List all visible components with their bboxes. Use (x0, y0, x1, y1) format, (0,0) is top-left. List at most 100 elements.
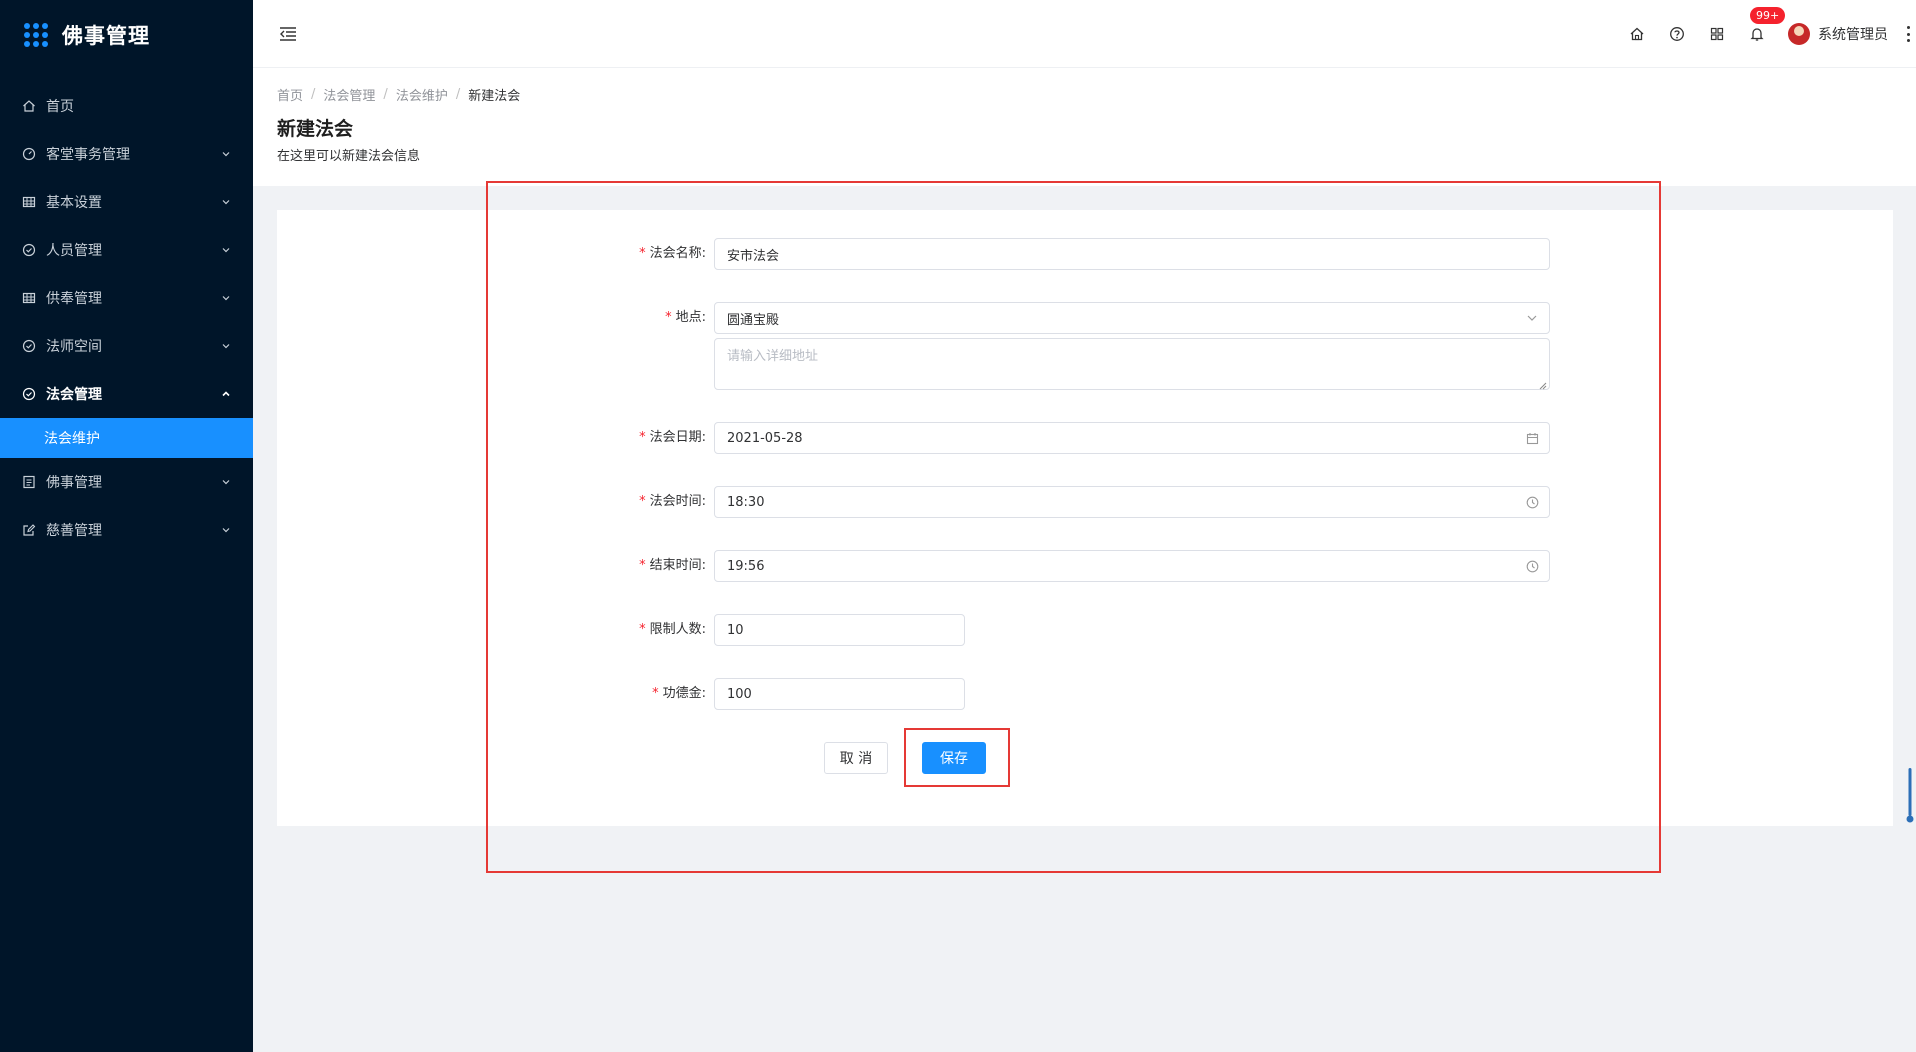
sidebar: 佛事管理 首页 客堂事务管理 基本设置 人员管理 供奉管理 法师空间 法会管理 … (0, 0, 253, 1052)
sidebar-item-label: 基本设置 (46, 195, 102, 211)
check-circle-icon (22, 387, 36, 401)
sidebar-item-label: 首页 (46, 99, 74, 115)
more-vertical-icon[interactable] (1906, 26, 1910, 42)
form-row-name: * 法会名称: 安市法会 (614, 238, 1550, 270)
date-picker-value: 2021-05-28 (727, 430, 803, 446)
sidebar-item-label: 佛事管理 (46, 475, 102, 491)
merit-input-value: 100 (727, 686, 752, 702)
apps-grid-icon[interactable] (1708, 25, 1726, 43)
chevron-down-icon (221, 245, 231, 255)
name-label: * 法会名称: (614, 238, 714, 270)
page-description: 在这里可以新建法会信息 (277, 149, 421, 164)
chevron-up-icon (221, 389, 231, 399)
breadcrumb-ceremony-maintenance[interactable]: 法会维护 (396, 85, 448, 104)
name-input-value: 安市法会 (727, 248, 780, 264)
start-time-label-text: 法会时间: (649, 494, 706, 509)
notification-bell[interactable]: 99+ (1748, 7, 1786, 43)
sidebar-item-basic-settings[interactable]: 基本设置 (0, 178, 253, 226)
start-time-value: 18:30 (727, 494, 765, 510)
address-detail-textarea[interactable]: 请输入详细地址 (714, 338, 1550, 390)
required-mark: * (639, 494, 646, 509)
chevron-down-icon (221, 149, 231, 159)
calendar-icon (1525, 431, 1539, 445)
breadcrumb-separator: / (311, 86, 316, 102)
location-label: * 地点: (614, 302, 714, 334)
sidebar-item-label: 人员管理 (46, 243, 102, 259)
clock-icon (1525, 559, 1539, 573)
check-circle-icon (22, 339, 36, 353)
form-row-merit: * 功德金: 100 (614, 678, 965, 710)
required-mark: * (665, 310, 672, 325)
form-row-date: * 法会日期: 2021-05-28 (614, 422, 1550, 454)
edit-icon (22, 523, 36, 537)
sidebar-item-home[interactable]: 首页 (0, 82, 253, 130)
dashboard-icon (22, 147, 36, 161)
limit-input[interactable]: 10 (714, 614, 965, 646)
merit-label: * 功德金: (614, 678, 714, 710)
sidebar-item-label: 供奉管理 (46, 291, 102, 307)
start-time-picker[interactable]: 18:30 (714, 486, 1550, 518)
location-fields: 圆通宝殿 请输入详细地址 (714, 302, 1550, 390)
chevron-down-icon (221, 477, 231, 487)
sidebar-item-charity[interactable]: 慈善管理 (0, 506, 253, 554)
breadcrumb-ceremony-management[interactable]: 法会管理 (323, 85, 375, 104)
resize-grip-icon[interactable] (1539, 379, 1547, 390)
date-picker[interactable]: 2021-05-28 (714, 422, 1550, 454)
page-header: 首页 / 法会管理 / 法会维护 / 新建法会 新建法会 在这里可以新建法会信息 (253, 68, 1916, 186)
sidebar-item-label: 慈善管理 (46, 523, 102, 539)
location-select-value: 圆通宝殿 (727, 312, 780, 328)
logo[interactable]: 佛事管理 (0, 0, 253, 70)
date-label-text: 法会日期: (649, 430, 706, 445)
location-select[interactable]: 圆通宝殿 (714, 302, 1550, 334)
limit-label: * 限制人数: (614, 614, 714, 646)
table-icon (22, 291, 36, 305)
form-row-location: * 地点: 圆通宝殿 请输入详细地址 (614, 302, 1550, 390)
app-grid-icon (24, 23, 48, 47)
chevron-down-icon (221, 525, 231, 535)
end-time-label: * 结束时间: (614, 550, 714, 582)
start-time-label: * 法会时间: (614, 486, 714, 518)
name-input[interactable]: 安市法会 (714, 238, 1550, 270)
sidebar-subitem-ceremony-maintenance[interactable]: 法会维护 (0, 418, 253, 458)
breadcrumb-home[interactable]: 首页 (277, 85, 303, 104)
app-title: 佛事管理 (62, 24, 150, 48)
name-label-text: 法会名称: (649, 246, 706, 261)
end-time-picker[interactable]: 19:56 (714, 550, 1550, 582)
cancel-button[interactable]: 取 消 (824, 742, 888, 774)
required-mark: * (639, 430, 646, 445)
form-row-start-time: * 法会时间: 18:30 (614, 486, 1550, 518)
end-time-label-text: 结束时间: (649, 558, 706, 573)
chevron-down-icon (221, 341, 231, 351)
top-header: 99+ 系统管理员 (253, 0, 1916, 68)
form-card: * 法会名称: 安市法会 * 地点: 圆通宝殿 请输入详细地址 * 法会日期: 202… (277, 210, 1893, 826)
sidebar-item-personnel[interactable]: 人员管理 (0, 226, 253, 274)
required-mark: * (652, 686, 659, 701)
sidebar-item-label: 客堂事务管理 (46, 147, 130, 163)
sidebar-item-master-space[interactable]: 法师空间 (0, 322, 253, 370)
list-icon (22, 475, 36, 489)
avatar[interactable] (1788, 23, 1810, 45)
save-button[interactable]: 保存 (922, 742, 986, 774)
sidebar-item-ceremony-management[interactable]: 法会管理 (0, 370, 253, 418)
sidebar-item-buddhist-affairs[interactable]: 佛事管理 (0, 458, 253, 506)
check-circle-icon (22, 243, 36, 257)
sidebar-item-label: 法师空间 (46, 339, 102, 355)
page-title: 新建法会 (277, 118, 354, 140)
user-name[interactable]: 系统管理员 (1818, 24, 1888, 44)
home-icon[interactable] (1628, 25, 1646, 43)
sidebar-item-label: 法会管理 (46, 387, 102, 403)
clock-icon (1525, 495, 1539, 509)
help-icon[interactable] (1668, 25, 1686, 43)
sidebar-item-offerings[interactable]: 供奉管理 (0, 274, 253, 322)
required-mark: * (639, 558, 646, 573)
scroll-indicator[interactable] (1906, 768, 1914, 824)
chevron-down-icon (1525, 311, 1539, 325)
sidebar-item-guest-affairs[interactable]: 客堂事务管理 (0, 130, 253, 178)
menu-fold-icon[interactable] (279, 26, 297, 42)
limit-label-text: 限制人数: (649, 622, 706, 637)
breadcrumb-separator: / (383, 86, 388, 102)
merit-input[interactable]: 100 (714, 678, 965, 710)
notification-badge: 99+ (1750, 7, 1786, 24)
address-detail-placeholder: 请输入详细地址 (727, 349, 819, 364)
breadcrumb-separator: / (455, 86, 461, 102)
